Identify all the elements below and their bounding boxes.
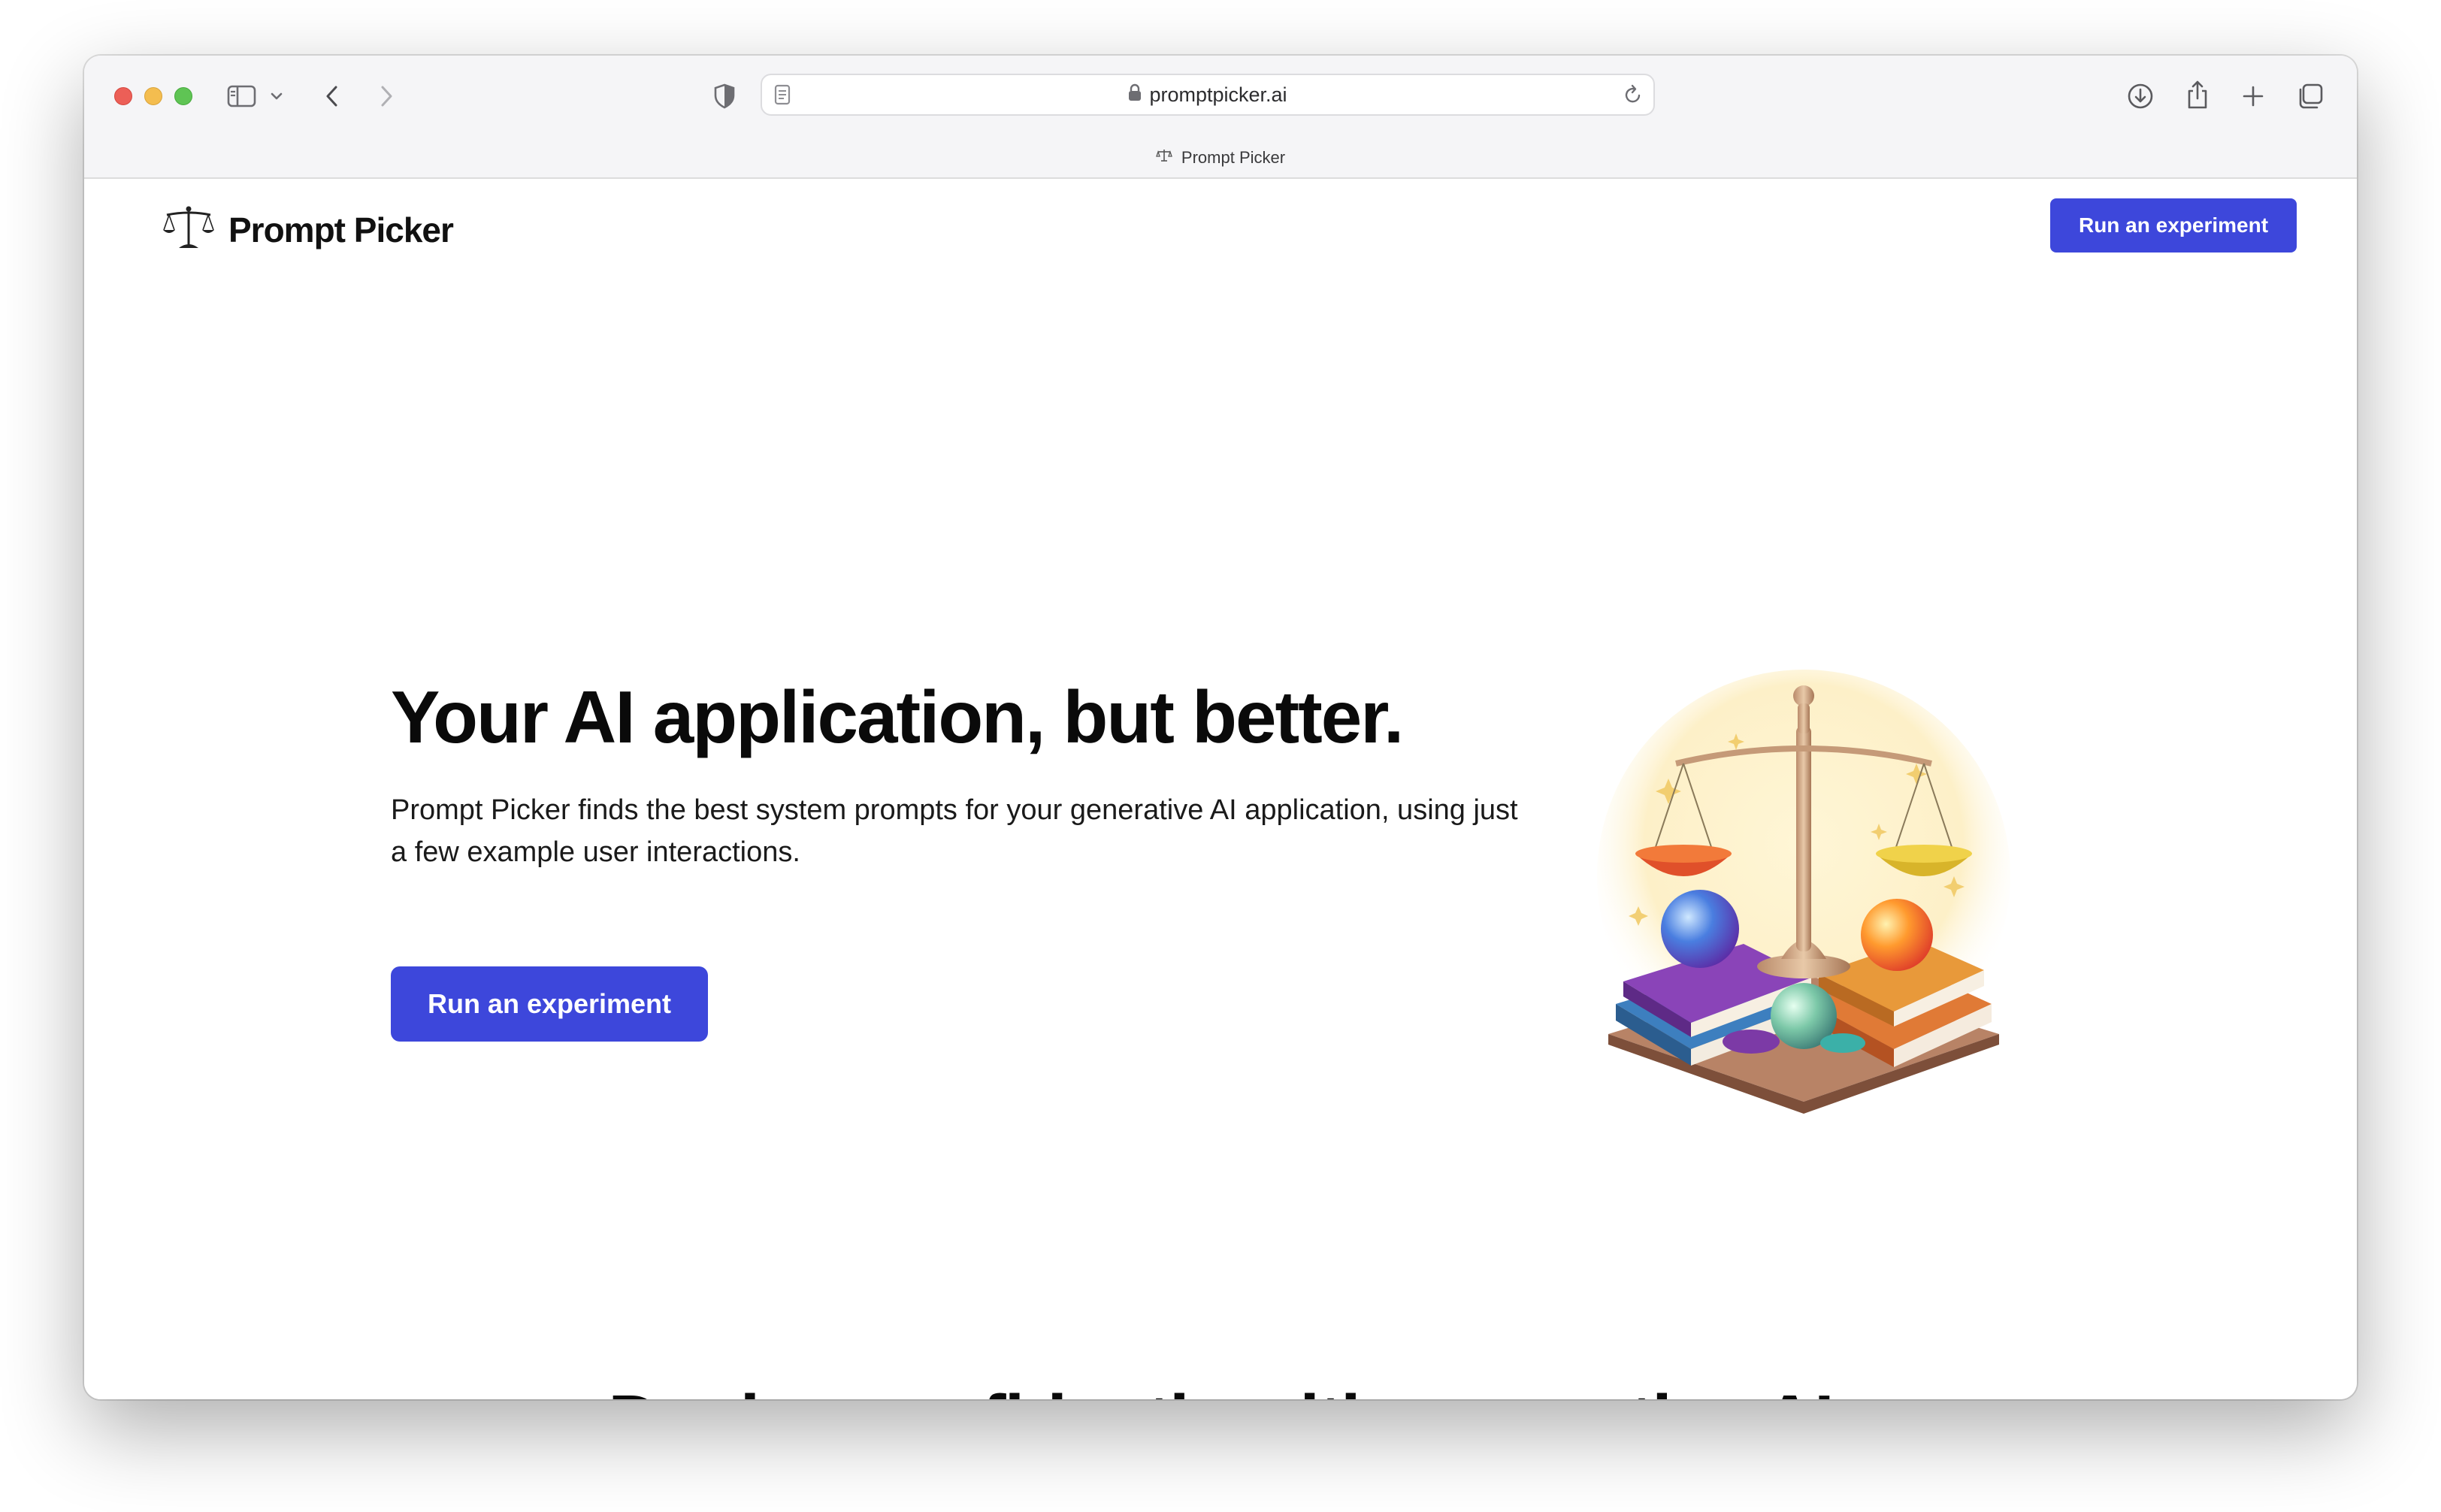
url-text: promptpicker.ai: [1149, 83, 1287, 106]
hero-title: Your AI application, but better.: [391, 676, 1404, 758]
minimize-window-button[interactable]: [144, 87, 162, 105]
forward-arrow-icon[interactable]: [374, 83, 398, 110]
hero-illustration: [1563, 651, 2044, 1132]
new-tab-plus-icon[interactable]: [2238, 81, 2268, 111]
nav-run-experiment-button[interactable]: Run an experiment: [2050, 198, 2297, 253]
privacy-shield-icon[interactable]: [711, 81, 738, 111]
next-section-heading: Deploy confidently with generative AI: [84, 1380, 2357, 1399]
back-arrow-icon[interactable]: [320, 83, 344, 110]
active-tab[interactable]: Prompt Picker: [84, 144, 2357, 171]
favicon-scale-icon: [1156, 148, 1172, 168]
browser-toolbar: promptpicker.ai Prompt Picker: [84, 56, 2357, 179]
browser-window: promptpicker.ai Prompt Picker Prompt Pic…: [84, 56, 2357, 1399]
chevron-down-icon[interactable]: [268, 87, 286, 105]
share-icon[interactable]: [2182, 77, 2213, 113]
hero-run-experiment-button[interactable]: Run an experiment: [391, 966, 708, 1042]
site-logo[interactable]: Prompt Picker: [162, 204, 454, 255]
close-window-button[interactable]: [114, 87, 132, 105]
sidebar-toggle-icon[interactable]: [225, 83, 259, 110]
lock-icon: [1128, 83, 1142, 107]
downloads-icon[interactable]: [2125, 80, 2155, 113]
tab-overview-icon[interactable]: [2294, 80, 2327, 113]
reload-icon[interactable]: [1623, 84, 1643, 109]
web-page: Prompt Picker Run an experiment Your AI …: [84, 179, 2357, 1399]
brand-name: Prompt Picker: [228, 210, 454, 249]
hero-subtitle: Prompt Picker finds the best system prom…: [391, 794, 1518, 868]
balance-scale-icon: [162, 204, 215, 255]
address-bar[interactable]: promptpicker.ai: [761, 74, 1655, 116]
tab-title-text: Prompt Picker: [1181, 148, 1286, 167]
zoom-window-button[interactable]: [174, 87, 192, 105]
desktop-background: promptpicker.ai Prompt Picker Prompt Pic…: [0, 0, 2441, 1512]
